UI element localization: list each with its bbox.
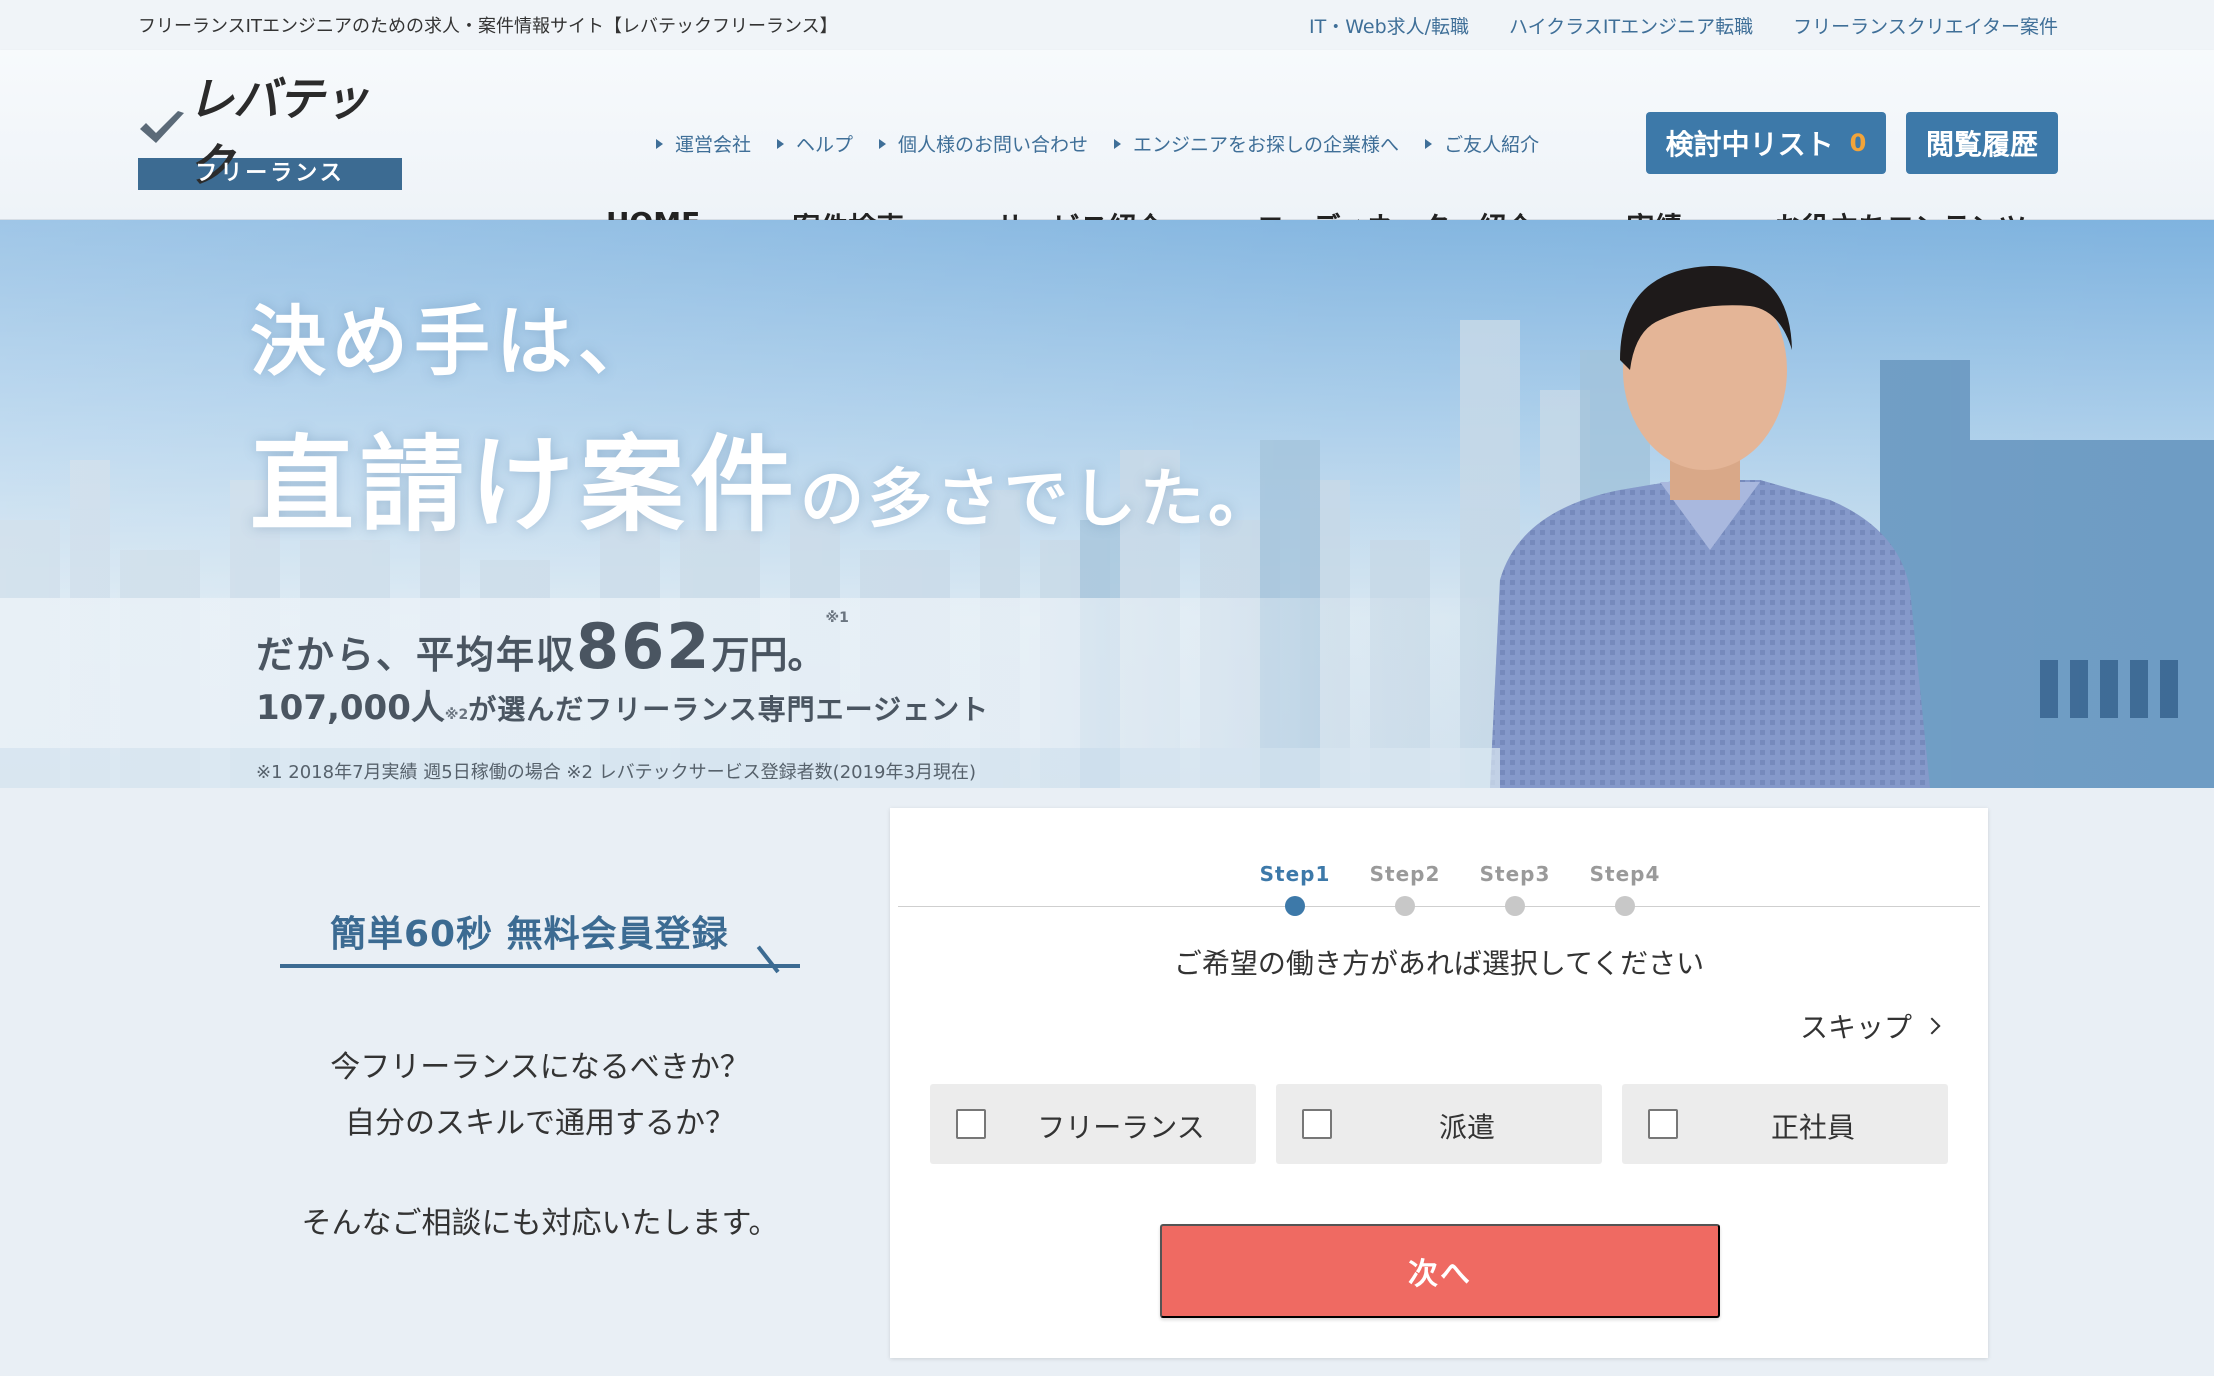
step-4: Step4: [1570, 862, 1680, 916]
register-title-underline: [280, 964, 800, 968]
top-link-it-web-jobs[interactable]: IT・Web求人/転職: [1309, 12, 1469, 39]
work-style-options: フリーランス 派遣 正社員: [930, 1084, 1948, 1164]
step-indicator: Step1 Step2 Step3 Step4: [1240, 862, 1680, 916]
sublink-company[interactable]: 運営会社: [656, 130, 751, 157]
person-photo: [1490, 265, 1930, 788]
option-dispatch[interactable]: 派遣: [1276, 1084, 1602, 1164]
skip-link[interactable]: スキップ: [1800, 1006, 1941, 1046]
top-link-creator[interactable]: フリーランスクリエイター案件: [1793, 12, 2058, 39]
header-sublinks: 運営会社 ヘルプ 個人様のお問い合わせ エンジニアをお探しの企業様へ ご友人紹介: [656, 130, 1539, 157]
registration-form-card: Step1 Step2 Step3 Step4 ご希望の働き方があれば選択してく…: [890, 808, 1988, 1358]
hero-headline-2: 直請け案件の多さでした。: [250, 424, 1277, 546]
triangle-right-icon: [777, 138, 785, 149]
consider-list-button[interactable]: 検討中リスト 0: [1646, 112, 1886, 174]
consider-list-count: 0: [1849, 129, 1867, 157]
sublink-for-companies[interactable]: エンジニアをお探しの企業様へ: [1114, 130, 1399, 157]
next-button[interactable]: 次へ: [1160, 1224, 1720, 1318]
hero-income: だから、平均年収862万円。※1: [256, 610, 849, 683]
site-description: フリーランスITエンジニアのための求人・案件情報サイト【レバテックフリーランス】: [138, 16, 838, 37]
hero-footnote: ※1 2018年7月実績 週5日稼働の場合 ※2 レバテックサービス登録者数(2…: [256, 762, 976, 783]
top-utility-bar: フリーランスITエンジニアのための求人・案件情報サイト【レバテックフリーランス】…: [0, 0, 2214, 50]
triangle-right-icon: [879, 138, 887, 149]
option-freelance[interactable]: フリーランス: [930, 1084, 1256, 1164]
sublink-contact[interactable]: 個人様のお問い合わせ: [879, 130, 1088, 157]
step-1: Step1: [1240, 862, 1350, 916]
checkbox[interactable]: [1302, 1109, 1332, 1139]
sublink-help[interactable]: ヘルプ: [777, 130, 853, 157]
triangle-right-icon: [1114, 138, 1122, 149]
option-fulltime[interactable]: 正社員: [1622, 1084, 1948, 1164]
checkmark-icon: [138, 109, 186, 149]
sublink-referral[interactable]: ご友人紹介: [1425, 130, 1539, 157]
form-question: ご希望の働き方があれば選択してください: [1173, 947, 1705, 980]
consider-list-label: 検討中リスト: [1665, 128, 1834, 161]
site-header: レバテック フリーランス 運営会社 ヘルプ 個人様のお問い合わせ エンジニアをお…: [0, 50, 2214, 260]
checkbox[interactable]: [956, 1109, 986, 1139]
triangle-right-icon: [656, 138, 663, 149]
site-logo[interactable]: レバテック フリーランス: [138, 72, 402, 192]
top-link-highclass[interactable]: ハイクラスITエンジニア転職: [1509, 12, 1753, 39]
chevron-right-icon: [1923, 1017, 1941, 1035]
register-title: 簡単60秒 無料会員登録: [330, 914, 729, 955]
step-dot: [1395, 896, 1415, 916]
step-2: Step2: [1350, 862, 1460, 916]
hero-headline-1: 決め手は、: [250, 297, 660, 386]
register-lead: 今フリーランスになるべきか？ 自分のスキルで通用するか？ そんなご相談にも対応い…: [301, 1050, 779, 1241]
triangle-right-icon: [1425, 138, 1433, 149]
history-button[interactable]: 閲覧履歴: [1906, 112, 2058, 174]
step-dot: [1615, 896, 1635, 916]
hero-banner: 決め手は、 直請け案件の多さでした。 だから、平均年収862万円。※1 107,…: [0, 220, 2214, 788]
top-links: IT・Web求人/転職 ハイクラスITエンジニア転職 フリーランスクリエイター案…: [1309, 12, 2058, 39]
checkbox[interactable]: [1648, 1109, 1678, 1139]
step-dot: [1505, 896, 1525, 916]
step-3: Step3: [1460, 862, 1570, 916]
hero-users: 107,000人※2が選んだフリーランス専門エージェント: [256, 688, 990, 728]
step-dot-active: [1285, 896, 1305, 916]
